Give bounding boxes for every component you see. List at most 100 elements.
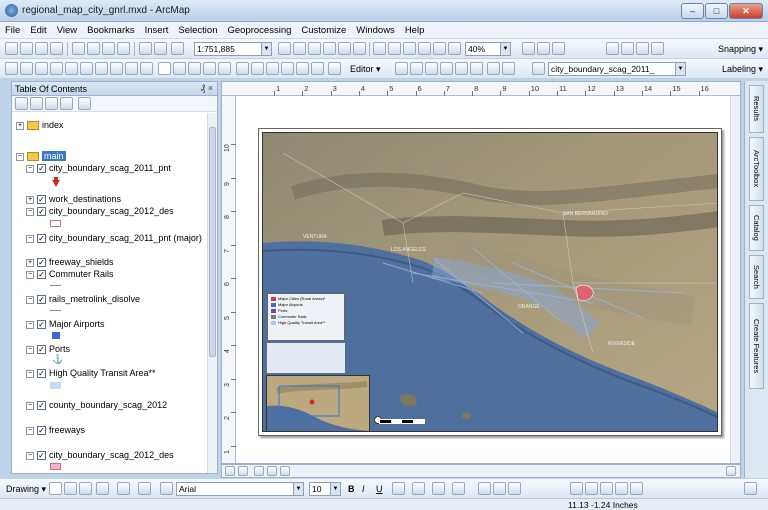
- arctoolbox-icon[interactable]: [338, 42, 351, 55]
- search-window-icon[interactable]: [323, 42, 336, 55]
- layer-group-index[interactable]: + index: [16, 119, 64, 131]
- edit-vertices-icon[interactable]: [487, 62, 500, 75]
- clear-selection-icon[interactable]: [140, 62, 153, 75]
- list-by-visibility-icon[interactable]: [45, 97, 58, 110]
- layer-visibility-checkbox[interactable]: ✓: [37, 207, 46, 217]
- font-size-combo[interactable]: 10 ▼: [309, 482, 341, 496]
- scroll-left-icon[interactable]: [280, 466, 290, 476]
- layer-visibility-checkbox[interactable]: ✓: [37, 195, 46, 205]
- python-window-icon[interactable]: [353, 42, 366, 55]
- collapse-icon[interactable]: −: [26, 369, 34, 378]
- snapping-menu[interactable]: Snapping ▾: [718, 44, 763, 55]
- toc-scrollbar[interactable]: [207, 113, 217, 473]
- font-name-combo[interactable]: Arial ▼: [176, 482, 304, 496]
- list-by-selection-icon[interactable]: [60, 97, 73, 110]
- font-color-icon[interactable]: [392, 482, 405, 495]
- layer-work-destinations[interactable]: + ✓ work_destinations: [26, 193, 121, 205]
- toc-pin-close-icon[interactable]: ₰ ×: [201, 83, 213, 93]
- layer-freeways[interactable]: − ✓ freeways: [26, 424, 85, 436]
- layer-visibility-checkbox[interactable]: ✓: [37, 345, 46, 355]
- redo-icon[interactable]: [154, 42, 167, 55]
- zoom-selected-elements-icon[interactable]: [79, 482, 92, 495]
- georeferencing-icon[interactable]: [478, 482, 491, 495]
- swipe-icon[interactable]: [311, 62, 324, 75]
- collapse-icon[interactable]: −: [26, 295, 34, 304]
- underline-button[interactable]: U: [376, 484, 383, 494]
- menu-customize[interactable]: Customize: [296, 22, 351, 36]
- find-icon[interactable]: [188, 62, 201, 75]
- collapse-icon[interactable]: −: [26, 451, 34, 460]
- layer-visibility-checkbox[interactable]: ✓: [37, 270, 46, 280]
- catalog-window-icon[interactable]: [308, 42, 321, 55]
- layer-rails-metrolink[interactable]: − ✓ rails_metrolink_disolve: [26, 293, 140, 305]
- expand-icon[interactable]: +: [16, 121, 24, 130]
- layer-city-boundary-2011-pnt-major[interactable]: − ✓ city_boundary_scag_2011_pnt (major): [26, 232, 202, 244]
- zoom-whole-page-icon[interactable]: [418, 42, 431, 55]
- add-data-icon[interactable]: [171, 42, 184, 55]
- point-icon[interactable]: [470, 62, 483, 75]
- view-link-table-icon[interactable]: [585, 482, 598, 495]
- menu-geoprocessing[interactable]: Geoprocessing: [222, 22, 296, 36]
- layer-visibility-checkbox[interactable]: ✓: [37, 426, 46, 436]
- zoom-in-page-icon[interactable]: [373, 42, 386, 55]
- zoom-out-icon[interactable]: [20, 62, 33, 75]
- layer-county-boundary-2012[interactable]: − ✓ county_boundary_scag_2012: [26, 399, 167, 411]
- tab-create-features[interactable]: Create Features: [749, 303, 764, 389]
- table-icon[interactable]: [600, 482, 613, 495]
- layer-pacific-ocean[interactable]: −✓pacific_ocean: [26, 471, 104, 473]
- layer-combo-icon[interactable]: [493, 482, 506, 495]
- zoom-out-page-icon[interactable]: [388, 42, 401, 55]
- snapping-edge-icon[interactable]: [651, 42, 664, 55]
- select-elements-arrow-icon[interactable]: [49, 482, 62, 495]
- focus-data-frame-icon[interactable]: [537, 42, 550, 55]
- expand-icon[interactable]: +: [26, 195, 34, 204]
- layer-visibility-checkbox[interactable]: ✓: [37, 320, 46, 330]
- collapse-icon[interactable]: −: [16, 152, 24, 161]
- viewer-icon[interactable]: [508, 482, 521, 495]
- select-features-icon[interactable]: [125, 62, 138, 75]
- refresh-icon[interactable]: [254, 466, 264, 476]
- target-layer-combo[interactable]: city_boundary_scag_2011_ ▼: [548, 62, 686, 76]
- add-control-points-icon[interactable]: [570, 482, 583, 495]
- full-extent-icon[interactable]: [50, 62, 63, 75]
- collapse-icon[interactable]: −: [26, 270, 34, 279]
- collapse-icon[interactable]: −: [26, 320, 34, 329]
- snapping-vertex-icon[interactable]: [636, 42, 649, 55]
- close-button[interactable]: ✕: [729, 3, 763, 19]
- scroll-right-icon[interactable]: [726, 466, 736, 476]
- cut-icon[interactable]: [72, 42, 85, 55]
- pan-hand-icon[interactable]: [35, 62, 48, 75]
- measure-icon[interactable]: [203, 62, 216, 75]
- map-scale-combo[interactable]: 1:751,885 ▼: [194, 42, 272, 56]
- line-color-icon[interactable]: [432, 482, 445, 495]
- tab-catalog[interactable]: Catalog: [749, 205, 764, 251]
- paste-icon[interactable]: [102, 42, 115, 55]
- menu-file[interactable]: File: [0, 22, 25, 36]
- first-record-icon[interactable]: [615, 482, 628, 495]
- layer-visibility-checkbox[interactable]: ✓: [37, 451, 46, 461]
- italic-button[interactable]: I: [362, 484, 365, 494]
- hyperlink-icon[interactable]: [218, 62, 231, 75]
- list-by-drawing-order-icon[interactable]: [15, 97, 28, 110]
- fixed-zoom-in-icon[interactable]: [448, 42, 461, 55]
- change-layout-icon[interactable]: [552, 42, 565, 55]
- scrollbar-thumb[interactable]: [209, 127, 216, 357]
- layer-city-boundary-2011-pnt[interactable]: − ✓ city_boundary_scag_2011_pnt: [26, 162, 171, 174]
- edit-tool-icon[interactable]: [395, 62, 408, 75]
- bold-button[interactable]: B: [348, 484, 355, 494]
- toc-options-icon[interactable]: [78, 97, 91, 110]
- rotate-icon[interactable]: [64, 482, 77, 495]
- layer-list-icon[interactable]: [328, 62, 341, 75]
- pause-drawing-icon[interactable]: [267, 466, 277, 476]
- layout-page[interactable]: SAN BERNARDINO VENTURA LOS ANGELES RIVER…: [258, 128, 722, 436]
- previous-record-icon[interactable]: [630, 482, 643, 495]
- menu-windows[interactable]: Windows: [351, 22, 400, 36]
- save-icon[interactable]: [35, 42, 48, 55]
- layer-major-airports[interactable]: − ✓ Major Airports: [26, 318, 105, 330]
- layer-visibility-checkbox[interactable]: ✓: [37, 401, 46, 411]
- menu-insert[interactable]: Insert: [140, 22, 174, 36]
- delete-icon[interactable]: [117, 42, 130, 55]
- layer-visibility-checkbox[interactable]: ✓: [37, 258, 46, 268]
- fill-color-icon[interactable]: [412, 482, 425, 495]
- table-of-contents-icon[interactable]: [293, 42, 306, 55]
